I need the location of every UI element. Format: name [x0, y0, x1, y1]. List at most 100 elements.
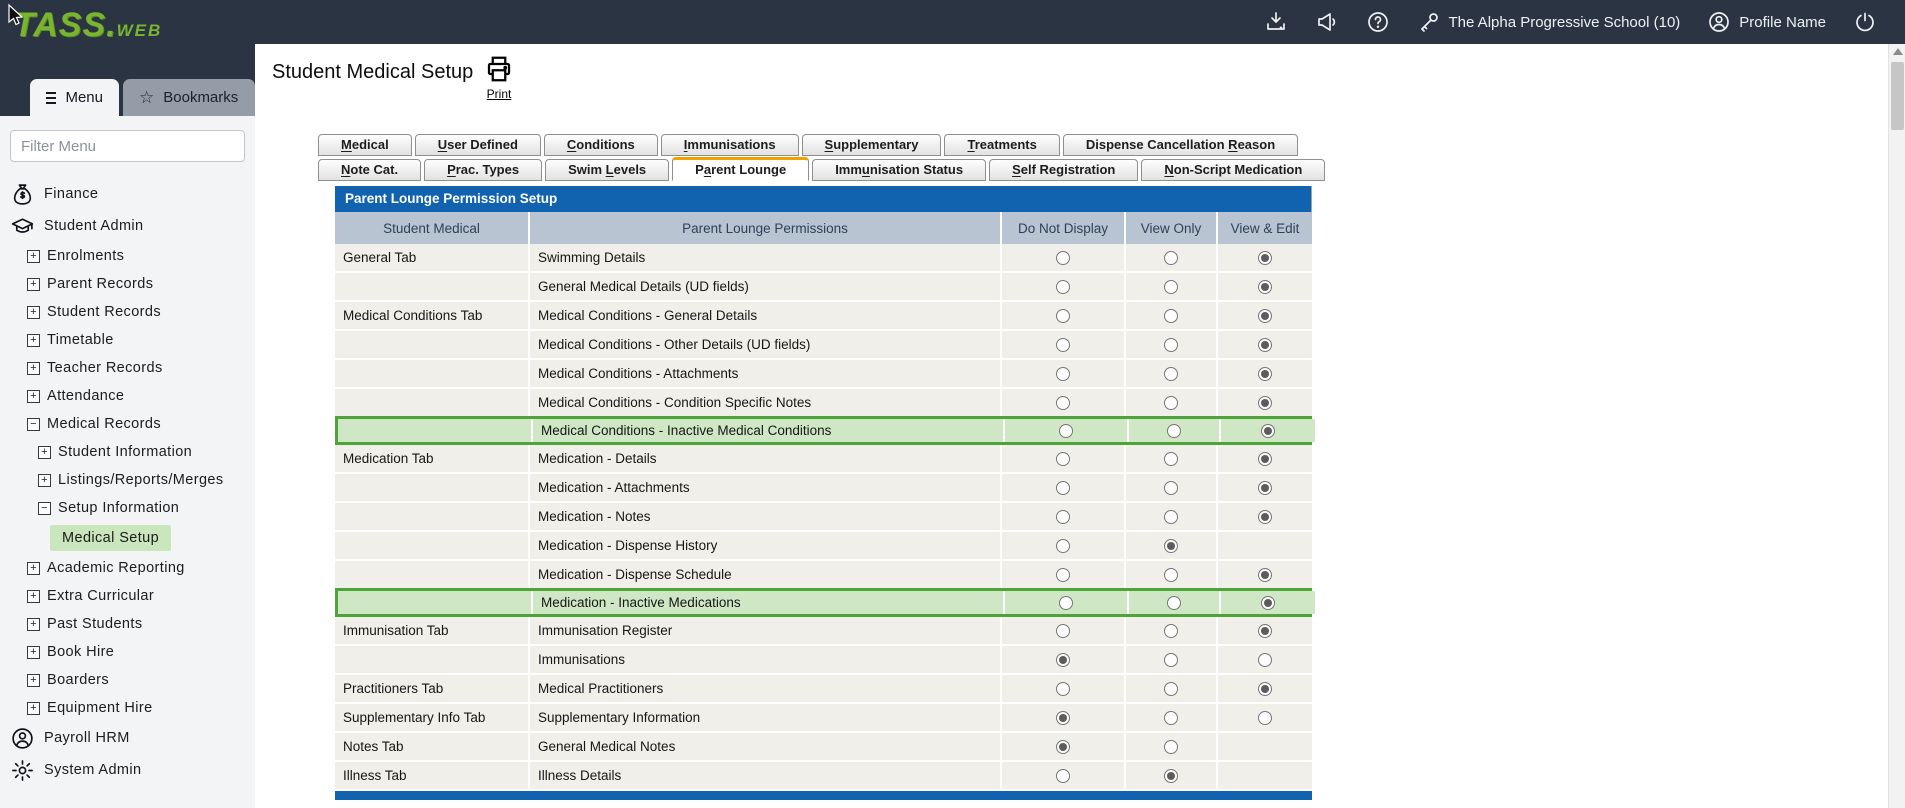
expand-icon[interactable]: + [27, 674, 40, 687]
sidebar-item-student-admin[interactable]: Student Admin [0, 210, 255, 242]
sidebar-item-system-admin[interactable]: System Admin [0, 754, 255, 786]
radio-view-only[interactable] [1164, 510, 1178, 524]
radio-view-only[interactable] [1164, 309, 1178, 323]
tass-web-logo[interactable]: TASS.WEB [14, 6, 162, 45]
sidebar-item-book-hire[interactable]: +Book Hire [0, 638, 255, 666]
collapse-icon[interactable]: − [27, 418, 40, 431]
radio-view-only[interactable] [1164, 624, 1178, 638]
radio-view-only[interactable] [1164, 280, 1178, 294]
radio-do-not-display[interactable] [1056, 338, 1070, 352]
radio-view-only[interactable] [1164, 653, 1178, 667]
radio-do-not-display[interactable] [1059, 596, 1073, 610]
radio-view-edit-selected[interactable] [1258, 510, 1272, 524]
tab-conditions[interactable]: Conditions [544, 134, 658, 156]
radio-view-edit-selected[interactable] [1261, 424, 1275, 438]
megaphone-icon[interactable] [1315, 10, 1339, 34]
current-school[interactable]: The Alpha Progressive School (10) [1417, 10, 1681, 34]
radio-view-edit-selected[interactable] [1258, 396, 1272, 410]
sidebar-item-boarders[interactable]: +Boarders [0, 666, 255, 694]
tab-non-script-medication[interactable]: Non-Script Medication [1141, 159, 1325, 181]
tab-prac-types[interactable]: Prac. Types [424, 159, 542, 181]
sidebar-item-equipment-hire[interactable]: +Equipment Hire [0, 694, 255, 722]
radio-view-edit-selected[interactable] [1261, 596, 1275, 610]
radio-view-only[interactable] [1164, 251, 1178, 265]
radio-do-not-display[interactable] [1056, 452, 1070, 466]
expand-icon[interactable]: + [27, 590, 40, 603]
radio-view-only[interactable] [1164, 682, 1178, 696]
radio-view-only[interactable] [1164, 481, 1178, 495]
sidebar-item-parent-records[interactable]: +Parent Records [0, 270, 255, 298]
expand-icon[interactable]: + [27, 278, 40, 291]
radio-view-edit-selected[interactable] [1258, 309, 1272, 323]
tab-swim-levels[interactable]: Swim Levels [545, 159, 669, 181]
radio-view-edit-selected[interactable] [1258, 481, 1272, 495]
expand-icon[interactable]: + [27, 702, 40, 715]
radio-view-edit-selected[interactable] [1258, 624, 1272, 638]
radio-do-not-display[interactable] [1059, 424, 1073, 438]
radio-view-edit-selected[interactable] [1258, 251, 1272, 265]
tab-medical[interactable]: Medical [318, 134, 412, 156]
radio-view-edit-selected[interactable] [1258, 280, 1272, 294]
tab-immunisations[interactable]: Immunisations [661, 134, 799, 156]
tab-self-registration[interactable]: Self Registration [989, 159, 1138, 181]
expand-icon[interactable]: + [27, 618, 40, 631]
sidebar-item-extra-curricular[interactable]: +Extra Curricular [0, 582, 255, 610]
menu-tab[interactable]: Menu [30, 79, 119, 116]
radio-view-only-selected[interactable] [1164, 769, 1178, 783]
sidebar-item-medical-records[interactable]: −Medical Records [0, 410, 255, 438]
radio-view-only[interactable] [1164, 568, 1178, 582]
radio-view-only[interactable] [1167, 424, 1181, 438]
sidebar-item-teacher-records[interactable]: +Teacher Records [0, 354, 255, 382]
expand-icon[interactable]: + [27, 362, 40, 375]
expand-icon[interactable]: + [27, 390, 40, 403]
bookmarks-tab[interactable]: ☆ Bookmarks [123, 79, 255, 116]
scroll-up-arrow[interactable] [1893, 48, 1903, 55]
sidebar-item-student-information[interactable]: +Student Information [0, 438, 255, 466]
radio-do-not-display[interactable] [1056, 510, 1070, 524]
sidebar-item-payroll-hrm[interactable]: Payroll HRM [0, 722, 255, 754]
collapse-icon[interactable]: − [38, 502, 51, 515]
radio-view-only[interactable] [1164, 740, 1178, 754]
radio-do-not-display-selected[interactable] [1056, 711, 1070, 725]
radio-view-edit[interactable] [1258, 653, 1272, 667]
sidebar-item-timetable[interactable]: +Timetable [0, 326, 255, 354]
print-button[interactable]: Print [477, 54, 521, 101]
sidebar-item-student-records[interactable]: +Student Records [0, 298, 255, 326]
sidebar-item-academic-reporting[interactable]: +Academic Reporting [0, 554, 255, 582]
radio-view-edit-selected[interactable] [1258, 338, 1272, 352]
sidebar-item-finance[interactable]: Finance [0, 178, 255, 210]
tab-dispense-cancellation-reason[interactable]: Dispense Cancellation Reason [1063, 134, 1298, 156]
radio-view-edit-selected[interactable] [1258, 367, 1272, 381]
radio-view-only[interactable] [1164, 338, 1178, 352]
sidebar-item-past-students[interactable]: +Past Students [0, 610, 255, 638]
sidebar-item-listings-reports-merges[interactable]: +Listings/Reports/Merges [0, 466, 255, 494]
expand-icon[interactable]: + [27, 562, 40, 575]
radio-view-edit[interactable] [1258, 711, 1272, 725]
tab-supplementary[interactable]: Supplementary [802, 134, 942, 156]
sidebar-item-medical-setup[interactable]: Medical Setup [0, 522, 255, 554]
radio-do-not-display[interactable] [1056, 539, 1070, 553]
radio-view-only[interactable] [1164, 452, 1178, 466]
radio-do-not-display[interactable] [1056, 251, 1070, 265]
help-icon[interactable] [1366, 10, 1390, 34]
radio-do-not-display[interactable] [1056, 624, 1070, 638]
radio-do-not-display[interactable] [1056, 309, 1070, 323]
radio-view-edit-selected[interactable] [1258, 452, 1272, 466]
radio-view-only-selected[interactable] [1164, 539, 1178, 553]
sidebar-item-attendance[interactable]: +Attendance [0, 382, 255, 410]
sidebar-item-setup-information[interactable]: −Setup Information [0, 494, 255, 522]
filter-menu-input[interactable] [10, 130, 245, 162]
expand-icon[interactable]: + [38, 446, 51, 459]
vertical-scrollbar[interactable] [1888, 44, 1905, 808]
radio-do-not-display[interactable] [1056, 682, 1070, 696]
radio-do-not-display[interactable] [1056, 367, 1070, 381]
sidebar-item-enrolments[interactable]: +Enrolments [0, 242, 255, 270]
tab-parent-lounge[interactable]: Parent Lounge [672, 157, 809, 181]
radio-do-not-display-selected[interactable] [1056, 653, 1070, 667]
tab-immunisation-status[interactable]: Immunisation Status [812, 159, 986, 181]
scrollbar-thumb[interactable] [1891, 62, 1904, 130]
radio-view-only[interactable] [1164, 396, 1178, 410]
tab-treatments[interactable]: Treatments [944, 134, 1059, 156]
power-icon[interactable] [1853, 10, 1877, 34]
expand-icon[interactable]: + [27, 250, 40, 263]
